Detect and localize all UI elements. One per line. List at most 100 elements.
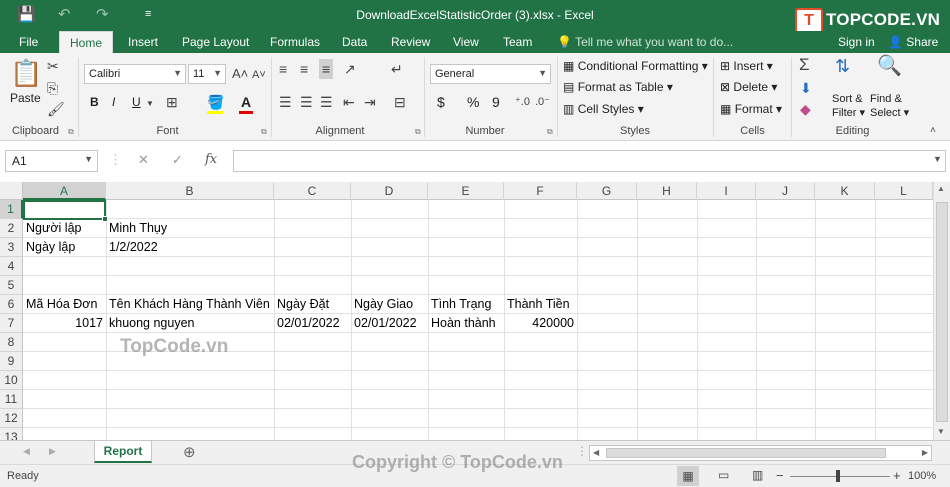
font-name-dropdown[interactable]: Calibri ▼ <box>84 64 186 84</box>
worksheet-grid[interactable]: A B C D E F G H I J K L 1 2 3 4 5 6 7 8 … <box>0 182 950 440</box>
comma-button[interactable]: 9 <box>492 94 500 110</box>
cell-f6[interactable]: Thành Tiền <box>504 295 573 314</box>
column-header-h[interactable]: H <box>637 182 697 200</box>
column-header-g[interactable]: G <box>577 182 637 200</box>
horizontal-scrollbar[interactable]: ◀ ▶ <box>589 445 932 461</box>
row-header-7[interactable]: 7 <box>0 314 23 333</box>
row-header-6[interactable]: 6 <box>0 295 23 314</box>
copy-icon[interactable]: ⎘ <box>47 80 58 96</box>
share-button[interactable]: 👤 Share <box>888 35 938 49</box>
row-header-8[interactable]: 8 <box>0 333 23 352</box>
font-launcher-icon[interactable]: ⧉ <box>261 127 267 137</box>
decrease-indent-icon[interactable]: ⇤ <box>343 94 355 110</box>
cell-b3[interactable]: 1/2/2022 <box>106 238 161 257</box>
align-left-icon[interactable]: ☰ <box>279 94 292 110</box>
align-top-icon[interactable]: ≡ <box>279 61 287 77</box>
delete-cells-button[interactable]: ⊠ Delete ▾ <box>720 80 777 94</box>
bold-button[interactable]: B <box>90 95 99 109</box>
tab-page-layout[interactable]: Page Layout <box>182 35 249 49</box>
row-header-5[interactable]: 5 <box>0 276 23 295</box>
row-header-4[interactable]: 4 <box>0 257 23 276</box>
align-bottom-icon[interactable]: ≡ <box>319 59 334 79</box>
scroll-up-icon[interactable]: ▲ <box>937 184 945 193</box>
collapse-ribbon-icon[interactable]: ˄ <box>930 123 936 139</box>
cell-a2[interactable]: Người lập <box>23 219 84 238</box>
italic-button[interactable]: I <box>112 95 115 109</box>
column-header-e[interactable]: E <box>428 182 504 200</box>
orientation-icon[interactable]: ↗ <box>344 61 356 77</box>
tab-review[interactable]: Review <box>391 35 430 49</box>
underline-button[interactable]: U <box>132 95 141 109</box>
sort-filter-icon[interactable]: ⇅ <box>835 57 850 75</box>
column-header-a[interactable]: A <box>23 182 106 200</box>
tab-home[interactable]: Home <box>59 31 114 54</box>
row-header-1[interactable]: 1 <box>0 200 23 219</box>
formula-input[interactable] <box>233 150 946 172</box>
row-header-9[interactable]: 9 <box>0 352 23 371</box>
next-sheet-icon[interactable]: ▶ <box>49 446 56 457</box>
cell-b7[interactable]: khuong nguyen <box>106 314 198 333</box>
scroll-down-icon[interactable]: ▼ <box>937 427 945 436</box>
normal-view-icon[interactable]: ▦ <box>677 466 699 486</box>
number-launcher-icon[interactable]: ⧉ <box>547 127 553 137</box>
cut-icon[interactable]: ✂ <box>47 58 59 74</box>
row-header-10[interactable]: 10 <box>0 371 23 390</box>
paste-button[interactable]: Paste <box>10 91 41 105</box>
increase-font-icon[interactable]: A˄ <box>232 66 248 82</box>
fill-icon[interactable]: ⬇ <box>800 80 812 96</box>
find-select-button[interactable]: Find & Select ▾ <box>870 92 909 120</box>
zoom-slider[interactable] <box>790 476 890 477</box>
merge-center-icon[interactable]: ⊟ <box>394 94 406 110</box>
borders-icon[interactable]: ⊞ <box>166 94 178 110</box>
font-size-dropdown[interactable]: 11 ▼ <box>188 64 226 84</box>
find-select-icon[interactable]: 🔍 <box>877 56 902 76</box>
column-header-k[interactable]: K <box>815 182 875 200</box>
horizontal-scroll-thumb[interactable] <box>606 448 886 458</box>
row-header-2[interactable]: 2 <box>0 219 23 238</box>
align-middle-icon[interactable]: ≡ <box>300 61 308 77</box>
vertical-scrollbar[interactable]: ▲ ▼ <box>933 182 950 440</box>
sort-filter-button[interactable]: Sort & Filter ▾ <box>832 92 865 120</box>
align-center-icon[interactable]: ☰ <box>300 94 313 110</box>
tab-data[interactable]: Data <box>342 35 367 49</box>
increase-decimal-icon[interactable]: ⁺.0 <box>515 94 530 110</box>
format-cells-button[interactable]: ▦ Format ▾ <box>720 102 782 116</box>
clipboard-launcher-icon[interactable]: ⧉ <box>68 127 74 137</box>
prev-sheet-icon[interactable]: ◀ <box>23 446 30 457</box>
cell-d6[interactable]: Ngày Giao <box>351 295 416 314</box>
percent-button[interactable]: % <box>467 94 479 110</box>
zoom-slider-thumb[interactable] <box>836 470 840 482</box>
column-header-l[interactable]: L <box>875 182 933 200</box>
cell-a3[interactable]: Ngày lập <box>23 238 78 257</box>
clear-icon[interactable]: ◆ <box>800 101 811 117</box>
chevron-down-icon[interactable]: ▼ <box>146 96 154 112</box>
increase-indent-icon[interactable]: ⇥ <box>364 94 376 110</box>
sheet-tab-report[interactable]: Report <box>94 441 152 463</box>
cancel-icon[interactable]: ✕ <box>138 152 149 168</box>
tab-insert[interactable]: Insert <box>128 35 158 49</box>
insert-function-icon[interactable]: fx <box>205 152 217 167</box>
decrease-decimal-icon[interactable]: .0⁻ <box>535 94 550 110</box>
cell-d7[interactable]: 02/01/2022 <box>351 314 420 333</box>
cell-e6[interactable]: Tình Trạng <box>428 295 494 314</box>
cell-b2[interactable]: Minh Thụy <box>106 219 170 238</box>
row-header-3[interactable]: 3 <box>0 238 23 257</box>
tab-view[interactable]: View <box>453 35 479 49</box>
cell-c7[interactable]: 02/01/2022 <box>274 314 343 333</box>
column-header-f[interactable]: F <box>504 182 577 200</box>
tab-file[interactable]: File <box>19 35 38 49</box>
format-as-table-button[interactable]: ▤ Format as Table ▾ <box>563 80 673 94</box>
zoom-out-icon[interactable]: − <box>776 468 784 483</box>
cell-a7[interactable]: 1017 <box>23 314 106 333</box>
cell-e7[interactable]: Hoàn thành <box>428 314 499 333</box>
tab-team[interactable]: Team <box>503 35 532 49</box>
column-header-c[interactable]: C <box>274 182 351 200</box>
autosum-icon[interactable]: Σ <box>799 56 810 73</box>
column-header-b[interactable]: B <box>106 182 274 200</box>
add-sheet-icon[interactable]: ⊕ <box>183 443 196 461</box>
sign-in-link[interactable]: Sign in <box>838 35 875 49</box>
cell-styles-button[interactable]: ▥ Cell Styles ▾ <box>563 102 644 116</box>
alignment-launcher-icon[interactable]: ⧉ <box>415 127 421 137</box>
page-break-view-icon[interactable]: ▥ <box>752 468 763 482</box>
page-layout-view-icon[interactable]: ▭ <box>718 468 729 482</box>
